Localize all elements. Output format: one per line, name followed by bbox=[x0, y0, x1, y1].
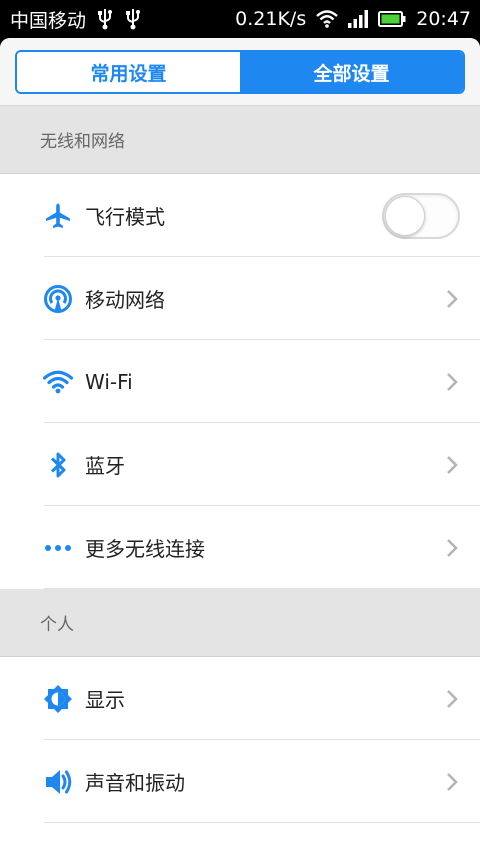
chevron-right-icon bbox=[446, 372, 460, 392]
clock: 20:47 bbox=[416, 8, 471, 30]
setting-bluetooth[interactable]: 蓝牙 bbox=[0, 423, 480, 506]
status-bar: 中国移动 0.21K/s 20:47 bbox=[0, 0, 480, 38]
setting-display[interactable]: 显示 bbox=[0, 657, 480, 740]
tab-bar: 常用设置 全部设置 bbox=[0, 38, 480, 106]
network-speed: 0.21K/s bbox=[235, 8, 307, 30]
airplane-icon bbox=[43, 201, 73, 231]
setting-label: 更多无线连接 bbox=[85, 537, 205, 561]
setting-label: 飞行模式 bbox=[85, 205, 165, 229]
personal-list: 显示 声音和振动 bbox=[0, 657, 480, 823]
status-bar-left: 中国移动 bbox=[10, 6, 142, 33]
usb-icon bbox=[96, 8, 114, 30]
status-bar-right: 0.21K/s 20:47 bbox=[235, 8, 471, 30]
carrier-name: 中国移动 bbox=[10, 9, 87, 32]
setting-airplane-mode[interactable]: 飞行模式 bbox=[0, 174, 480, 257]
segmented-control: 常用设置 全部设置 bbox=[15, 50, 465, 94]
chevron-right-icon bbox=[446, 689, 460, 709]
setting-more-wireless[interactable]: 更多无线连接 bbox=[0, 506, 480, 589]
setting-label: 蓝牙 bbox=[85, 454, 125, 478]
tab-common-settings[interactable]: 常用设置 bbox=[17, 52, 240, 92]
wireless-list: 飞行模式 移动网络 Wi-Fi 蓝牙 更多无线连接 bbox=[0, 174, 480, 589]
mobile-network-icon bbox=[43, 284, 73, 314]
display-brightness-icon bbox=[43, 684, 73, 714]
setting-wifi[interactable]: Wi-Fi bbox=[0, 340, 480, 423]
wifi-signal-icon bbox=[316, 10, 339, 28]
more-dots-icon bbox=[43, 533, 73, 563]
chevron-right-icon bbox=[446, 538, 460, 558]
setting-mobile-network[interactable]: 移动网络 bbox=[0, 257, 480, 340]
cell-signal-icon bbox=[348, 10, 369, 28]
toggle-knob bbox=[385, 195, 425, 236]
chevron-right-icon bbox=[446, 289, 460, 309]
battery-icon bbox=[378, 11, 406, 27]
chevron-right-icon bbox=[446, 772, 460, 792]
setting-label: 显示 bbox=[85, 688, 125, 712]
airplane-mode-toggle[interactable] bbox=[382, 192, 460, 239]
setting-label: Wi-Fi bbox=[85, 369, 133, 394]
sound-icon bbox=[43, 767, 73, 797]
chevron-right-icon bbox=[446, 455, 460, 475]
section-header-personal: 个人 bbox=[0, 589, 480, 657]
usb-icon bbox=[124, 8, 142, 30]
section-header-wireless: 无线和网络 bbox=[0, 106, 480, 174]
setting-sound-vibration[interactable]: 声音和振动 bbox=[0, 740, 480, 823]
tab-all-settings[interactable]: 全部设置 bbox=[240, 52, 463, 92]
setting-label: 移动网络 bbox=[85, 288, 165, 312]
settings-screen: 常用设置 全部设置 无线和网络 飞行模式 移动网络 Wi-Fi 蓝牙 更多无线连… bbox=[0, 38, 480, 854]
setting-label: 声音和振动 bbox=[85, 771, 185, 795]
wifi-icon bbox=[43, 367, 73, 397]
bluetooth-icon bbox=[43, 450, 73, 480]
